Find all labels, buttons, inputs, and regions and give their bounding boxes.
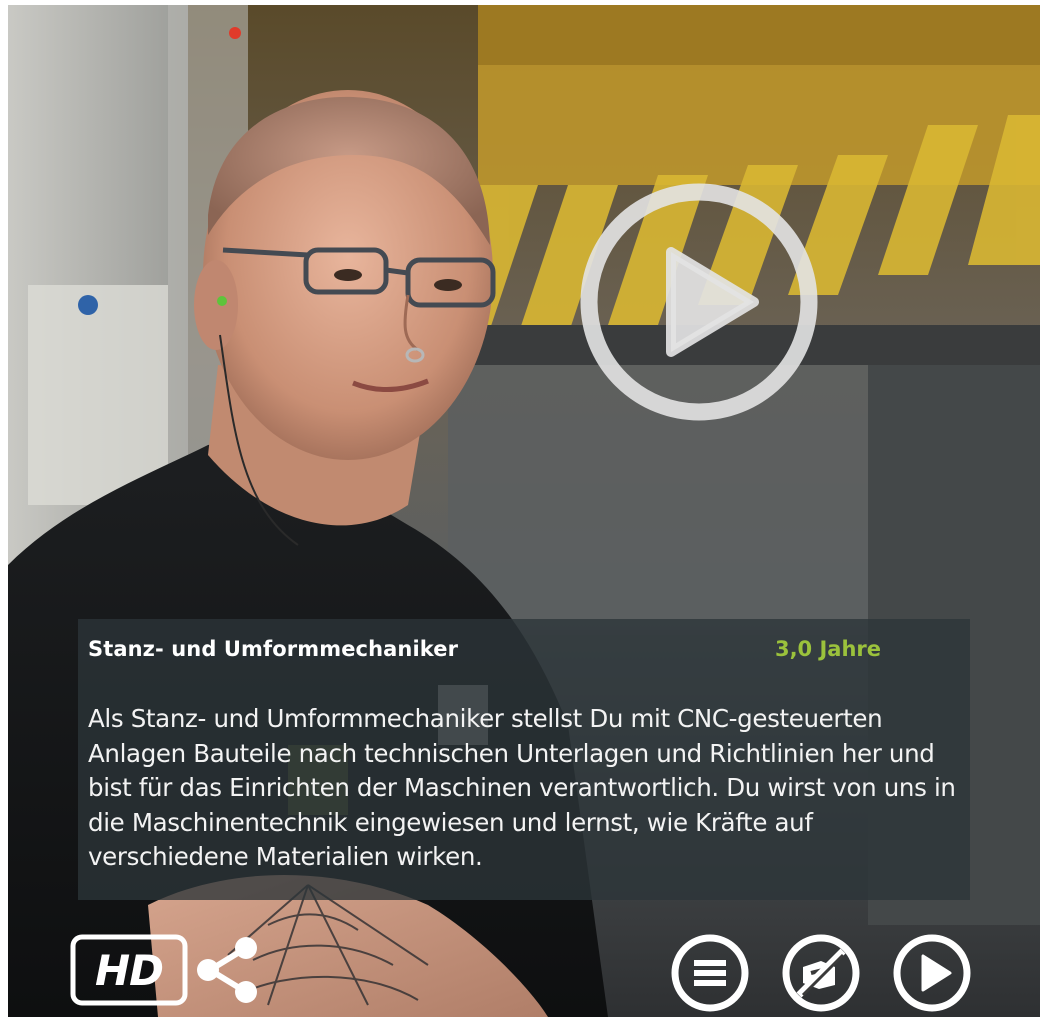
job-title: Stanz- und Umformmechaniker (88, 637, 459, 661)
hd-toggle-button[interactable]: HD (70, 934, 188, 1006)
play-icon (893, 934, 971, 1012)
no-subtitles-icon (782, 934, 860, 1012)
share-icon (197, 937, 257, 1003)
menu-icon (671, 934, 749, 1012)
subtitles-off-button[interactable] (781, 933, 861, 1013)
menu-button[interactable] (670, 933, 750, 1013)
play-button[interactable] (892, 933, 972, 1013)
hd-label: HD (94, 945, 164, 995)
description-panel: Stanz- und Umformmechaniker 3,0 Jahre Al… (78, 619, 970, 900)
video-player: Stanz- und Umformmechaniker 3,0 Jahre Al… (0, 0, 1044, 1022)
play-circle-icon[interactable] (574, 177, 824, 427)
training-duration: 3,0 Jahre (774, 637, 881, 661)
job-description: Als Stanz- und Umformmechaniker stellst … (88, 704, 956, 871)
share-button[interactable] (196, 936, 260, 1004)
